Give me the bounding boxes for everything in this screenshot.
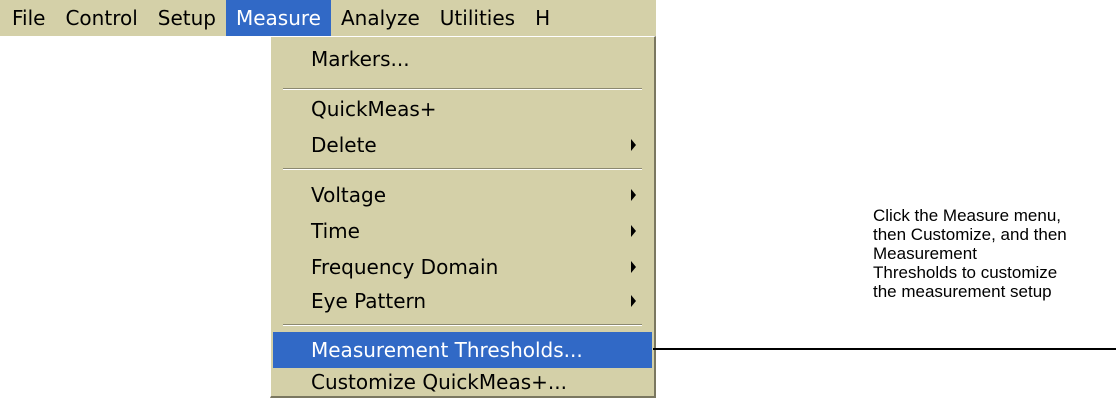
menu-item-label: Delete (311, 133, 377, 157)
menu-item-label: Frequency Domain (311, 255, 499, 279)
callout-line: Click the Measure menu, (873, 206, 1062, 225)
menu-setup[interactable]: Setup (148, 0, 226, 36)
menu-item-label: Markers... (311, 47, 410, 71)
menu-bar: File Control Setup Measure Analyze Utili… (0, 0, 656, 36)
measure-dropdown-menu: Markers... QuickMeas+ Delete Voltage Tim… (270, 36, 656, 398)
menu-item-time[interactable]: Time (273, 213, 652, 249)
menu-item-eye-pattern[interactable]: Eye Pattern (273, 283, 652, 319)
menu-item-label: QuickMeas+ (311, 97, 437, 121)
menu-separator (283, 324, 642, 326)
menu-item-delete[interactable]: Delete (273, 127, 652, 163)
menu-control[interactable]: Control (55, 0, 147, 36)
menu-analyze[interactable]: Analyze (331, 0, 430, 36)
callout-line: the measurement setup (873, 282, 1052, 301)
menu-item-customize-quickmeas[interactable]: Customize QuickMeas+... (273, 364, 652, 400)
menu-file[interactable]: File (0, 0, 55, 36)
menu-item-quickmeas[interactable]: QuickMeas+ (273, 91, 652, 127)
callout-leader-line (653, 348, 1116, 350)
submenu-arrow-icon (631, 189, 636, 201)
callout-line: Thresholds to customize (873, 263, 1058, 282)
menu-item-markers[interactable]: Markers... (273, 41, 652, 77)
menu-item-label: Eye Pattern (311, 289, 427, 313)
callout-annotation: Click the Measure menu, then Customize, … (873, 206, 1113, 301)
submenu-arrow-icon (631, 261, 636, 273)
menu-utilities[interactable]: Utilities (430, 0, 525, 36)
menu-measure[interactable]: Measure (225, 0, 331, 36)
callout-line: Measurement (873, 244, 977, 263)
menu-item-label: Customize QuickMeas+... (311, 370, 567, 394)
submenu-arrow-icon (631, 295, 636, 307)
submenu-arrow-icon (631, 225, 636, 237)
callout-line: then Customize, and then (873, 225, 1067, 244)
menu-separator (283, 168, 642, 170)
menu-help[interactable]: H (525, 0, 560, 36)
menu-item-label: Time (311, 219, 360, 243)
menu-item-frequency-domain[interactable]: Frequency Domain (273, 249, 652, 285)
menu-separator (283, 88, 642, 90)
menu-item-label: Measurement Thresholds... (311, 338, 583, 362)
menu-item-voltage[interactable]: Voltage (273, 177, 652, 213)
submenu-arrow-icon (631, 139, 636, 151)
menu-item-measurement-thresholds[interactable]: Measurement Thresholds... (273, 332, 652, 368)
menu-item-label: Voltage (311, 183, 387, 207)
